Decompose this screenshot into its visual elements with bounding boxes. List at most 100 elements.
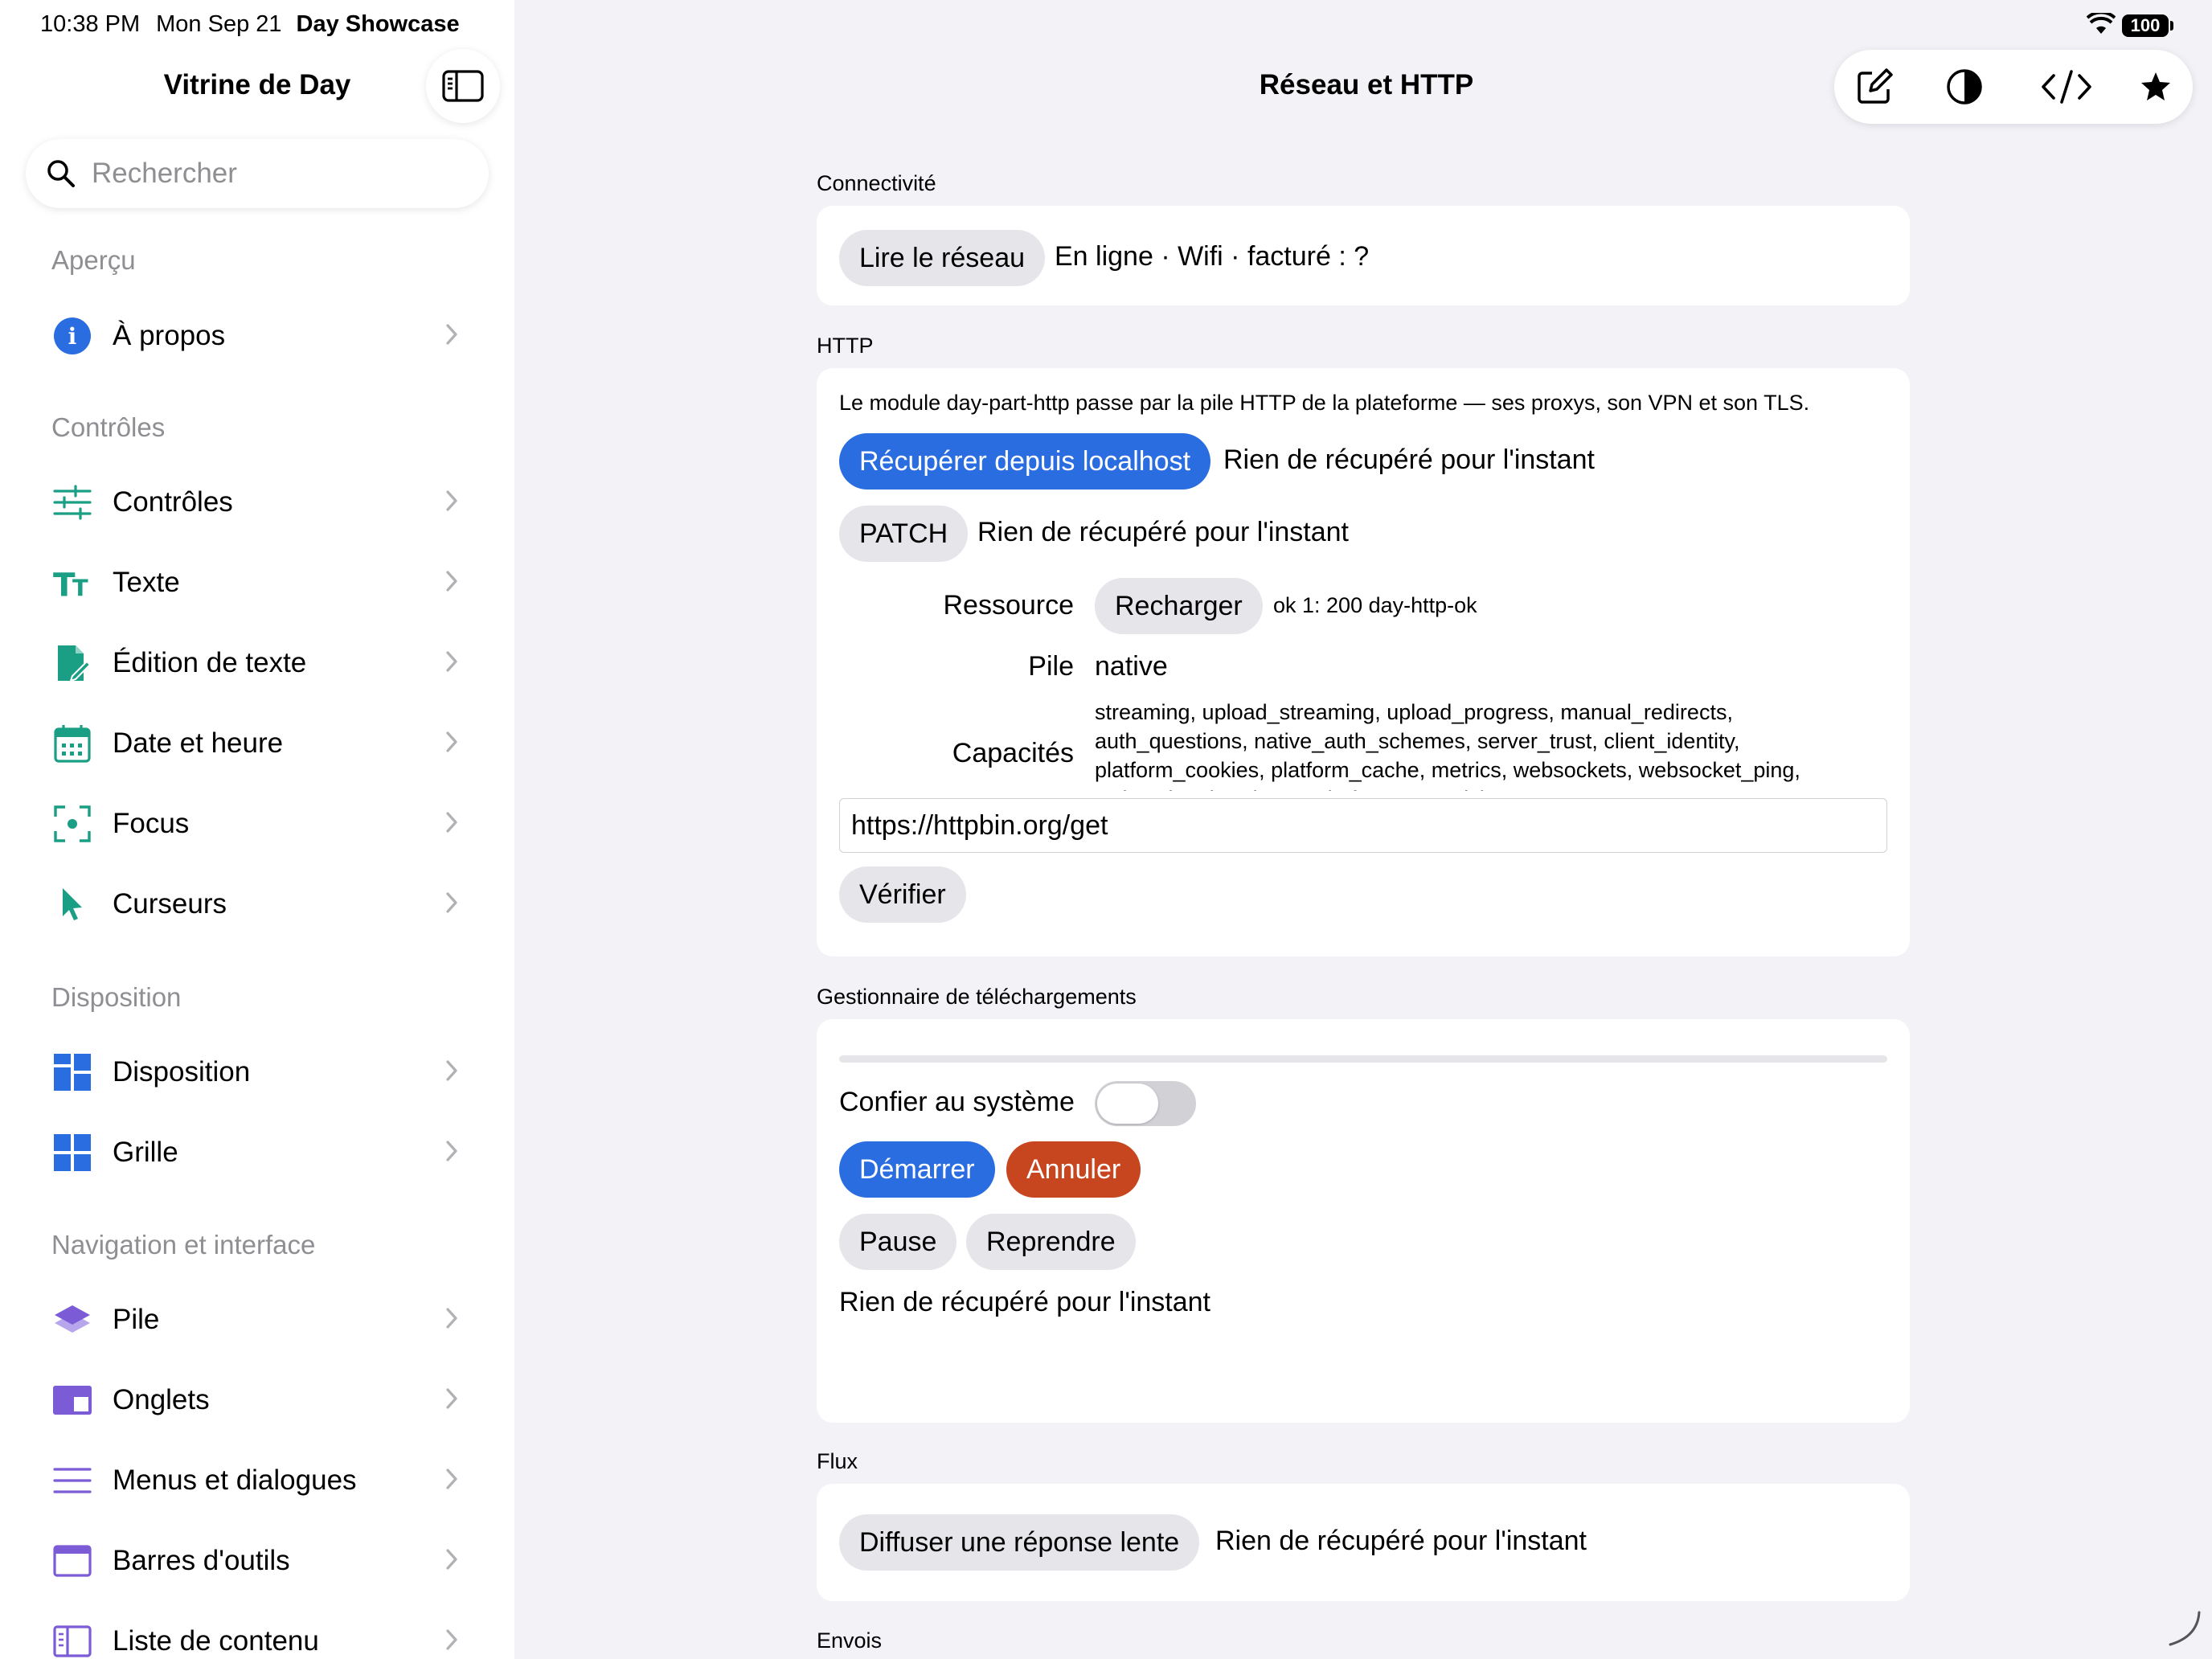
chevron-right-icon bbox=[444, 891, 460, 919]
sidebar-item-liste-de-contenu[interactable]: Liste de contenu bbox=[0, 1605, 514, 1659]
downloads-card: Confier au système Démarrer Annuler Paus… bbox=[817, 1019, 1910, 1423]
sliders-icon bbox=[53, 483, 92, 522]
sidebar-item-controles[interactable]: Contrôles bbox=[0, 466, 514, 539]
tabs-icon bbox=[53, 1381, 92, 1419]
sidebar-item-menus-et-dialogues[interactable]: Menus et dialogues bbox=[0, 1444, 514, 1517]
focus-viewfinder-icon bbox=[53, 805, 92, 843]
resize-handle-icon bbox=[2162, 1608, 2202, 1652]
verify-button[interactable]: Vérifier bbox=[839, 866, 966, 923]
code-icon bbox=[2042, 70, 2091, 104]
sidebar-item-label: Édition de texte bbox=[113, 647, 307, 678]
sidebar-item-onglets[interactable]: Onglets bbox=[0, 1364, 514, 1436]
code-button[interactable] bbox=[2040, 68, 2093, 106]
section-header-disposition: Disposition bbox=[51, 982, 182, 1012]
appearance-button[interactable] bbox=[1945, 68, 1984, 106]
chevron-right-icon bbox=[444, 1059, 460, 1087]
capabilities-label: Capacités bbox=[952, 738, 1074, 768]
url-field[interactable] bbox=[839, 798, 1887, 853]
sidebar-toggle-button[interactable] bbox=[426, 49, 500, 123]
sidebar-item-edition-de-texte[interactable]: Édition de texte bbox=[0, 627, 514, 699]
chevron-right-icon bbox=[444, 1387, 460, 1415]
contrast-icon bbox=[1947, 69, 1982, 104]
sidebar-item-label: Contrôles bbox=[113, 486, 233, 518]
fetch-localhost-button[interactable]: Récupérer depuis localhost bbox=[839, 433, 1211, 490]
chevron-right-icon bbox=[444, 649, 460, 678]
pause-button[interactable]: Pause bbox=[839, 1214, 957, 1270]
sidebar-item-focus[interactable]: Focus bbox=[0, 788, 514, 860]
battery-indicator: 100 bbox=[2122, 14, 2169, 37]
sidebar-item-label: Liste de contenu bbox=[113, 1625, 319, 1657]
grid-icon bbox=[53, 1133, 92, 1172]
sidebar-item-label: Grille bbox=[113, 1137, 178, 1168]
cancel-download-button[interactable]: Annuler bbox=[1006, 1141, 1141, 1198]
layout-blocks-icon bbox=[53, 1053, 92, 1092]
stream-slow-response-button[interactable]: Diffuser une réponse lente bbox=[839, 1514, 1200, 1571]
sidebar-item-a-propos[interactable]: i À propos bbox=[0, 300, 514, 372]
section-header-controles: Contrôles bbox=[51, 412, 166, 442]
sidebar-item-texte[interactable]: TT Texte bbox=[0, 547, 514, 619]
svg-text:T: T bbox=[72, 574, 88, 599]
status-bar-left: 10:38 PM Mon Sep 21 Day Showcase bbox=[40, 11, 460, 38]
svg-text:i: i bbox=[68, 323, 77, 350]
chevron-right-icon bbox=[444, 730, 460, 758]
delegate-toggle[interactable] bbox=[1095, 1081, 1196, 1126]
resource-value: ok 1: 200 day-http-ok bbox=[1273, 593, 1477, 617]
sidebar-item-curseurs[interactable]: Curseurs bbox=[0, 868, 514, 940]
sidebar-item-disposition[interactable]: Disposition bbox=[0, 1036, 514, 1108]
section-label-http: HTTP bbox=[817, 334, 874, 358]
menu-lines-icon bbox=[53, 1461, 92, 1500]
resume-button[interactable]: Reprendre bbox=[966, 1214, 1136, 1270]
star-icon bbox=[2141, 72, 2170, 100]
read-network-button[interactable]: Lire le réseau bbox=[839, 230, 1046, 286]
toolbar bbox=[1834, 50, 2193, 124]
sidebar-item-label: Barres d'outils bbox=[113, 1545, 290, 1576]
search-input[interactable] bbox=[90, 157, 479, 190]
stream-card: Diffuser une réponse lente Rien de récup… bbox=[817, 1484, 1910, 1601]
sidebar-item-grille[interactable]: Grille bbox=[0, 1116, 514, 1189]
cursor-arrow-icon bbox=[53, 885, 92, 924]
search-field[interactable] bbox=[26, 139, 489, 208]
page-title: Réseau et HTTP bbox=[1259, 69, 1474, 100]
sidebar-toggle-icon bbox=[442, 70, 484, 102]
chevron-right-icon bbox=[444, 489, 460, 517]
status-date: Mon Sep 21 bbox=[156, 11, 282, 37]
section-label-connectivite: Connectivité bbox=[817, 171, 936, 195]
document-edit-icon bbox=[53, 644, 92, 682]
http-description: Le module day-part-http passe par la pil… bbox=[839, 391, 1810, 415]
chevron-right-icon bbox=[444, 1139, 460, 1167]
sidebar-item-pile[interactable]: Pile bbox=[0, 1284, 514, 1356]
download-progress-bar bbox=[839, 1055, 1887, 1063]
section-label-envois: Envois bbox=[817, 1628, 883, 1653]
sidebar: 10:38 PM Mon Sep 21 Day Showcase Vitrine d… bbox=[0, 0, 514, 1659]
connectivity-card: Lire le réseau En ligne · Wifi · facturé… bbox=[817, 206, 1910, 305]
delegate-label: Confier au système bbox=[839, 1087, 1075, 1117]
info-circle-icon: i bbox=[53, 317, 92, 355]
chevron-right-icon bbox=[444, 1306, 460, 1334]
sidebar-item-label: Texte bbox=[113, 567, 180, 598]
search-icon bbox=[47, 160, 75, 187]
wifi-icon bbox=[2086, 10, 2116, 39]
sidebar-item-barres-d-outils[interactable]: Barres d'outils bbox=[0, 1525, 514, 1597]
calendar-icon bbox=[53, 724, 92, 763]
battery-nub bbox=[2170, 21, 2173, 31]
start-download-button[interactable]: Démarrer bbox=[839, 1141, 995, 1198]
network-status: En ligne · Wifi · facturé : ? bbox=[1055, 241, 1370, 272]
sidebar-item-label: Focus bbox=[113, 808, 190, 839]
stack-layers-icon bbox=[53, 1301, 92, 1339]
resource-label: Ressource bbox=[943, 590, 1074, 621]
download-result: Rien de récupéré pour l'instant bbox=[839, 1287, 1210, 1317]
sidebar-item-label: Date et heure bbox=[113, 727, 284, 759]
text-size-icon: TT bbox=[53, 563, 92, 602]
favorite-button[interactable] bbox=[2136, 68, 2175, 106]
sidebar-list-icon bbox=[53, 1622, 92, 1659]
chevron-right-icon bbox=[444, 569, 460, 597]
reload-button[interactable]: Recharger bbox=[1095, 578, 1263, 634]
patch-button[interactable]: PATCH bbox=[839, 506, 969, 562]
compose-icon bbox=[1858, 68, 1893, 104]
chevron-right-icon bbox=[444, 1628, 460, 1656]
chevron-right-icon bbox=[444, 322, 460, 350]
capabilities-value: streaming, upload_streaming, upload_prog… bbox=[1095, 700, 1800, 791]
compose-button[interactable] bbox=[1855, 68, 1894, 106]
sidebar-item-date-et-heure[interactable]: Date et heure bbox=[0, 707, 514, 780]
chevron-right-icon bbox=[444, 1547, 460, 1575]
